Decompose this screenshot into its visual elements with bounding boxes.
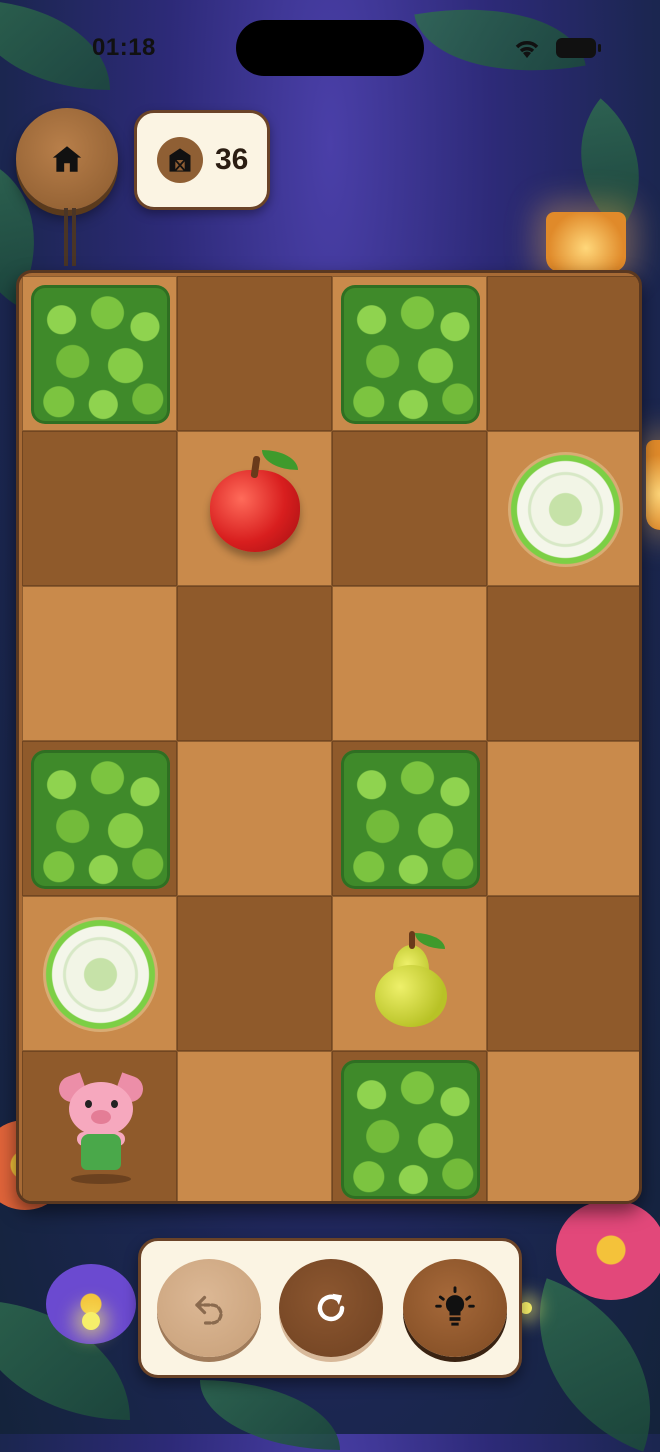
board-cell[interactable]	[487, 741, 639, 896]
bush-obstacle	[341, 285, 480, 424]
board-cell[interactable]	[487, 431, 639, 586]
target-spot	[508, 452, 623, 567]
camera-notch	[236, 20, 424, 76]
board-cell[interactable]	[332, 1051, 487, 1201]
lightbulb-icon	[435, 1286, 475, 1326]
wifi-icon	[515, 41, 539, 58]
board-cell[interactable]	[177, 896, 332, 1051]
battery-icon	[556, 38, 601, 58]
undo-icon	[195, 1295, 223, 1325]
board-cell[interactable]	[332, 896, 487, 1051]
bush-obstacle	[341, 750, 480, 889]
board-cell[interactable]	[487, 586, 639, 741]
board-cell[interactable]	[487, 1051, 639, 1201]
lantern-decoration	[546, 212, 626, 272]
board-cell[interactable]	[177, 431, 332, 586]
board-cell[interactable]	[332, 431, 487, 586]
bush-obstacle	[31, 285, 170, 424]
board-cell[interactable]	[22, 431, 177, 586]
pig-character[interactable]	[55, 1072, 147, 1186]
control-bar	[138, 1238, 522, 1378]
board-cell[interactable]	[332, 741, 487, 896]
home-button[interactable]	[16, 108, 118, 210]
board-cell[interactable]	[332, 586, 487, 741]
target-spot	[43, 917, 158, 1032]
board-grid	[22, 276, 639, 1201]
bush-obstacle	[31, 750, 170, 889]
board-cell[interactable]	[22, 276, 177, 431]
board-cell[interactable]	[177, 1051, 332, 1201]
game-board[interactable]	[16, 270, 642, 1204]
board-cell[interactable]	[22, 586, 177, 741]
board-cell[interactable]	[22, 1051, 177, 1201]
chain-decoration	[64, 208, 76, 266]
board-cell[interactable]	[487, 276, 639, 431]
undo-button[interactable]	[157, 1259, 261, 1357]
board-cell[interactable]	[177, 586, 332, 741]
bush-obstacle	[341, 1060, 480, 1199]
pear-item[interactable]	[375, 931, 447, 1027]
home-icon	[52, 146, 82, 172]
board-cell[interactable]	[177, 276, 332, 431]
board-cell[interactable]	[332, 276, 487, 431]
restart-icon	[317, 1293, 345, 1322]
board-cell[interactable]	[22, 741, 177, 896]
barn-icon	[157, 137, 203, 183]
apple-item[interactable]	[210, 450, 300, 552]
board-cell[interactable]	[177, 741, 332, 896]
hint-button[interactable]	[403, 1259, 507, 1357]
board-cell[interactable]	[22, 896, 177, 1051]
restart-button[interactable]	[279, 1259, 383, 1357]
status-time: 01:18	[92, 34, 156, 61]
score-card: 36	[134, 110, 270, 210]
board-cell[interactable]	[487, 896, 639, 1051]
score-value: 36	[215, 143, 249, 176]
